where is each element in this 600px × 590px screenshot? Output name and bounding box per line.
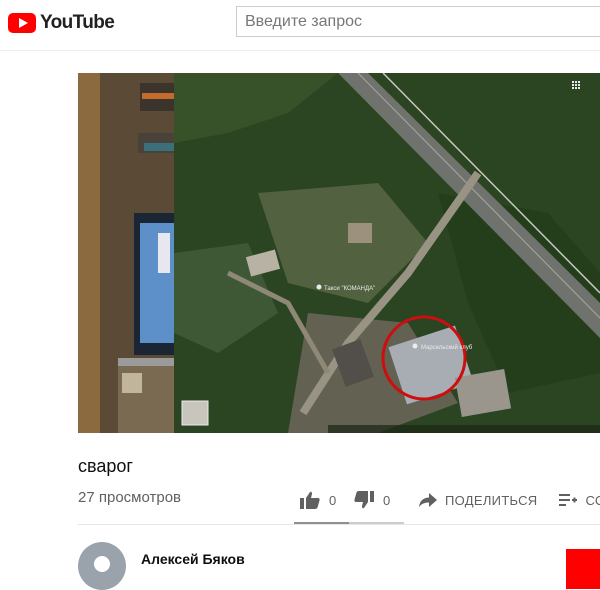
search-box [236,6,600,37]
like-count: 0 [329,492,337,508]
thumbs-down-icon [354,491,374,509]
video-title: сварог [78,456,133,476]
dislike-count: 0 [383,492,391,508]
share-button[interactable]: ПОДЕЛИТЬСЯ [419,493,537,508]
video-actions: 0 0 ПОДЕЛИТЬСЯ СС [300,486,600,514]
save-to-playlist-button[interactable]: СС [559,493,600,508]
subscribe-button[interactable] [566,549,600,589]
youtube-play-icon [8,13,36,33]
divider [78,524,600,525]
view-count: 27 просмотров [78,489,182,506]
like-button[interactable]: 0 [300,491,348,509]
playlist-add-icon [559,494,578,506]
share-arrow-icon [419,493,437,507]
save-label: СС [585,492,600,508]
channel-name[interactable]: Алексей Бяков [141,551,245,567]
channel-avatar[interactable] [78,542,126,590]
video-player[interactable]: Марсельский клуб Такси "КОМАНДА" [78,73,600,433]
dislike-button[interactable]: 0 [354,491,419,509]
share-label: ПОДЕЛИТЬСЯ [445,492,538,508]
masthead: YouTube [0,0,600,51]
video-frame: Марсельский клуб Такси "КОМАНДА" [78,73,600,433]
logo-text: YouTube [40,12,115,33]
thumbs-up-icon [300,491,320,509]
search-input[interactable] [237,7,600,36]
youtube-logo[interactable]: YouTube [8,12,115,34]
